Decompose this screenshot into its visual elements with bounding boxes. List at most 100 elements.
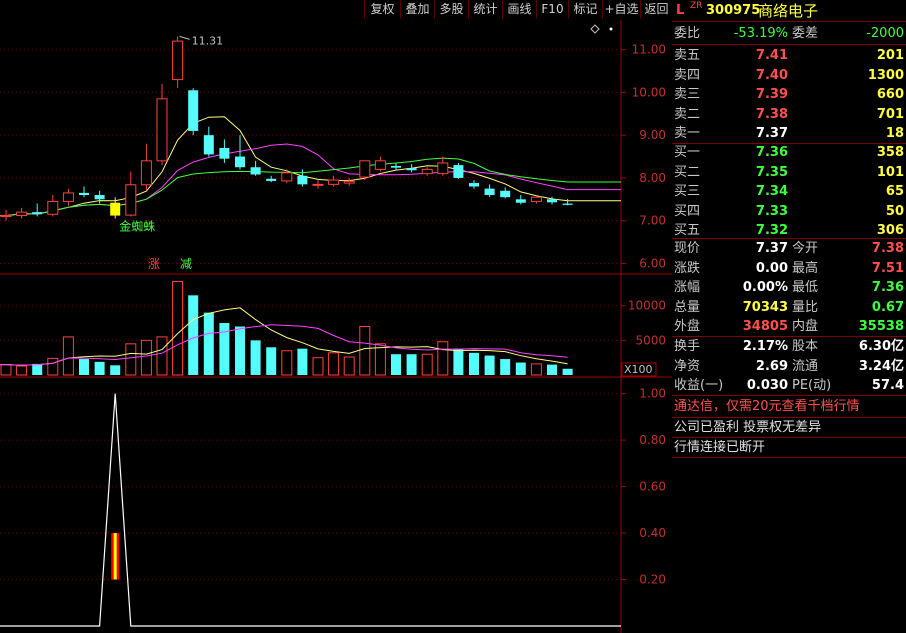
volume-bar <box>266 347 277 375</box>
weibi-label: 委比 <box>674 26 701 41</box>
toolbar-button-6[interactable]: 标记 <box>568 0 602 19</box>
volume-bar <box>469 352 479 375</box>
candle-body <box>172 40 184 81</box>
ad-notice[interactable]: 通达信，仅需20元查看千档行情 <box>674 397 860 417</box>
volume-bar <box>156 336 168 376</box>
candle-body <box>62 192 74 202</box>
candle-body <box>453 165 464 178</box>
ask-volume: 1300 <box>867 67 904 83</box>
candle-body <box>79 192 89 196</box>
stat-label: 换手 <box>674 339 701 354</box>
weicha-value: -2000 <box>866 26 904 41</box>
candle-body <box>391 165 401 168</box>
bid-volume: 50 <box>885 203 904 219</box>
ask-price: 7.37 <box>755 126 788 141</box>
toolbar-button-4[interactable]: 画线 <box>502 0 536 19</box>
stat-value: 70343 <box>742 299 788 315</box>
candle-body <box>94 195 105 200</box>
weibi-value: -53.19% <box>733 26 788 41</box>
stat-value: 2.17% <box>742 339 788 354</box>
volume-bar <box>32 363 43 375</box>
toolbar-button-2[interactable]: 多股 <box>434 0 468 19</box>
stat-value: 7.51 <box>871 260 904 276</box>
stat-label: 涨幅 <box>674 280 701 295</box>
ask-row[interactable]: 卖四 7.40 1300 <box>672 66 906 86</box>
stat-value: 0.030 <box>746 378 788 393</box>
ask-label: 卖一 <box>674 126 701 141</box>
indicator-bar-core <box>113 533 117 580</box>
candle-body <box>437 162 449 175</box>
bid-price: 7.35 <box>755 164 788 180</box>
toolbar-button-8[interactable]: 返回 <box>640 0 672 19</box>
indicator-tick-label: 0.60 <box>639 480 666 494</box>
stat-label: 内盘 <box>792 319 819 334</box>
stat-value: 0.00 <box>755 260 788 276</box>
candle-body <box>203 135 214 155</box>
stock-name: 商络电子 <box>758 2 819 20</box>
candle-body <box>16 211 28 217</box>
toolbar-button-0[interactable]: 复权 <box>364 0 400 19</box>
volume-bar <box>562 368 573 375</box>
ask-row[interactable]: 卖二 7.38 701 <box>672 105 906 125</box>
bid-label: 买二 <box>674 164 701 180</box>
candle-body <box>469 183 479 187</box>
bid-row[interactable]: 买三 7.34 65 <box>672 182 906 202</box>
stock-header: L ZR 300975 商络电子 <box>672 1 906 21</box>
stat-label: 现价 <box>674 241 701 256</box>
ma20-line <box>0 157 621 217</box>
stat-row: 净资 2.69 流通 3.24亿 <box>672 357 906 377</box>
divider <box>672 21 906 22</box>
toolbar-button-1[interactable]: 叠加 <box>400 0 434 19</box>
bid-row[interactable]: 买二 7.35 101 <box>672 163 906 183</box>
toolbar-button-5[interactable]: F10 <box>536 0 568 19</box>
stat-label: 流通 <box>792 358 819 374</box>
stat-label: 总量 <box>674 299 701 315</box>
dot-icon <box>609 27 613 31</box>
bid-row[interactable]: 买四 7.33 50 <box>672 202 906 222</box>
volume-bar <box>391 354 401 375</box>
bid-price: 7.33 <box>755 203 788 219</box>
volume-unit-label: X100 <box>624 363 653 376</box>
connection-status: 行情连接已断开 <box>674 440 766 455</box>
stat-label: 净资 <box>674 358 701 374</box>
toolbar-button-3[interactable]: 统计 <box>468 0 502 19</box>
volume-bar <box>484 355 495 375</box>
candle-body <box>374 160 386 170</box>
ask-row[interactable]: 卖三 7.39 660 <box>672 85 906 105</box>
stat-value: 57.4 <box>871 378 904 393</box>
volume-bar <box>79 359 89 375</box>
ask-label: 卖四 <box>674 67 701 83</box>
volume-bar <box>203 312 214 375</box>
volume-bar <box>437 341 449 376</box>
volume-tick-label: 5000 <box>635 333 666 347</box>
indicator-tick-label: 1.00 <box>639 387 666 401</box>
volume-tick-label: 10000 <box>628 299 666 313</box>
volume-bar <box>328 352 340 376</box>
ask-row[interactable]: 卖一 7.37 18 <box>672 124 906 144</box>
toolbar-button-7[interactable]: +自选 <box>602 0 640 19</box>
stat-row: 涨幅 0.00% 最低 7.36 <box>672 278 906 298</box>
ask-price: 7.39 <box>755 87 788 102</box>
ask-row[interactable]: 卖五 7.41 201 <box>672 46 906 66</box>
badge-zhang: 涨 <box>148 256 160 271</box>
candle-body <box>281 172 293 182</box>
stat-row: 收益(一) 0.030 PE(动) 57.4 <box>672 376 906 396</box>
volume-bar <box>0 364 12 376</box>
quote-panel: L ZR 300975 商络电子 委比 -53.19% 委差 -2000 卖五 7… <box>672 0 906 633</box>
candle-body <box>343 180 355 184</box>
candle-body <box>484 188 495 196</box>
volume-bar <box>235 326 245 375</box>
candle-body <box>297 175 308 185</box>
stat-value: 0.00% <box>742 280 788 295</box>
volume-bar <box>421 353 433 376</box>
stat-row: 换手 2.17% 股本 6.30亿 <box>672 337 906 357</box>
candle-body <box>312 183 324 186</box>
stat-label: 涨跌 <box>674 260 701 276</box>
bid-row[interactable]: 买一 7.36 358 <box>672 143 906 163</box>
volume-bar <box>172 280 184 376</box>
ask-label: 卖五 <box>674 48 701 63</box>
chart-area[interactable]: 11.00 10.00 9.00 8.00 7.00 6.00 10000 5000 X100… <box>0 20 672 633</box>
candle-body <box>140 160 152 186</box>
candle-body <box>515 199 526 203</box>
volume-bar <box>94 361 105 375</box>
